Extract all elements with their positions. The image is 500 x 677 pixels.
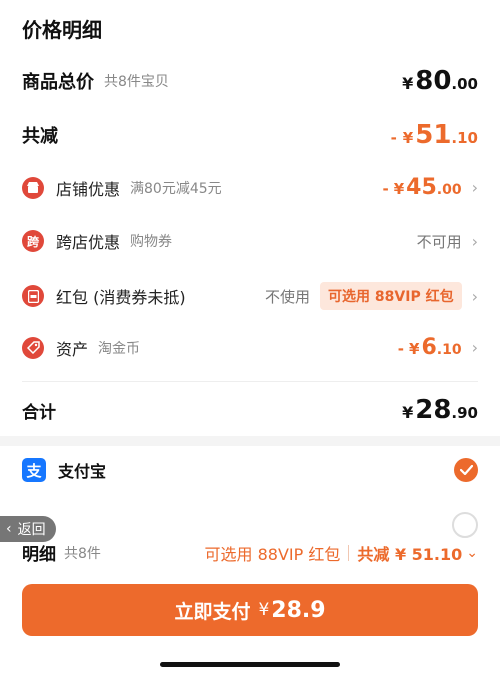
cross-store-label: 跨店优惠 (56, 233, 121, 252)
section-separator (0, 436, 500, 446)
reduction-amount: - ¥ 51 .10 (390, 120, 478, 150)
assets-desc: 淘金币 (98, 340, 141, 357)
shop-discount-amount: - ¥ 45 .00 (382, 175, 462, 200)
detail-label: 明细 (22, 545, 56, 565)
goods-total-row: 商品总价 共8件宝贝 ¥ 80 .00 (22, 66, 478, 96)
assets-amount: - ¥ 6 .10 (397, 335, 462, 360)
red-packet-icon (22, 285, 44, 307)
chevron-right-icon: › (471, 338, 478, 357)
total-row: 合计 ¥ 28 .90 (22, 395, 478, 425)
pay-currency: ¥ (258, 600, 270, 620)
payment-method-label: 支付宝 (58, 462, 107, 481)
cross-store-icon: 跨 (22, 230, 44, 252)
checkmark-icon[interactable] (454, 458, 478, 482)
vip-red-packet-hint[interactable]: 可选用 88VIP 红包 (205, 541, 341, 565)
shop-discount-label: 店铺优惠 (56, 179, 121, 199)
vip-red-packet-chip[interactable]: 可选用 88VIP 红包 (320, 282, 462, 310)
assets-label: 资产 (56, 339, 89, 359)
payment-method-alipay[interactable]: 支 支付宝 (22, 458, 478, 482)
payment-radio-unselected[interactable] (452, 512, 478, 538)
goods-count: 共8件宝贝 (104, 74, 169, 90)
pay-now-button[interactable]: 立即支付 ¥ 28.9 (22, 584, 478, 636)
chevron-right-icon: › (471, 178, 478, 197)
goods-total-price: ¥ 80 .00 (402, 66, 478, 96)
coin-tag-icon (22, 336, 44, 359)
shop-discount-row[interactable]: 店铺优惠 满80元减45元 - ¥ 45 .00 › (22, 175, 478, 200)
goods-total-label: 商品总价 (22, 72, 94, 93)
divider (348, 544, 350, 561)
pay-amount: 28.9 (271, 597, 326, 623)
shop-discount-desc: 满80元减45元 (130, 180, 222, 197)
assets-row[interactable]: 资产 淘金币 - ¥ 6 .10 › (22, 335, 478, 360)
reduction-row: 共减 - ¥ 51 .10 (22, 120, 478, 150)
cross-store-status: 不可用 (416, 232, 462, 251)
back-button[interactable]: ‹ 返回 (0, 516, 56, 542)
divider (22, 381, 478, 382)
home-indicator (160, 662, 340, 667)
alipay-icon: 支 (22, 458, 46, 482)
shop-icon (22, 176, 44, 199)
cross-store-discount-row[interactable]: 跨 跨店优惠 购物券 不可用 › (22, 229, 478, 253)
cross-store-desc: 购物券 (130, 234, 173, 250)
total-reduction-summary: 共减 ¥ 51.10 (357, 544, 463, 564)
chevron-right-icon: › (471, 231, 478, 251)
double-chevron-down-icon[interactable]: ⌄ (466, 545, 478, 561)
total-label: 合计 (22, 402, 56, 423)
red-packet-label: 红包 (消费券未抵) (56, 288, 186, 307)
chevron-left-icon: ‹ (6, 521, 12, 537)
price-detail-sheet: 价格明细 商品总价 共8件宝贝 ¥ 80 .00 共减 - ¥ 51 .10 店… (0, 0, 500, 677)
pay-now-label: 立即支付 (174, 600, 251, 623)
chevron-right-icon: › (471, 286, 478, 306)
summary-row[interactable]: 明细 共8件 可选用 88VIP 红包 共减 ¥ 51.10 ⌄ (22, 540, 478, 565)
detail-count: 共8件 (64, 545, 101, 562)
total-price: ¥ 28 .90 (402, 395, 478, 425)
reduction-label: 共减 (22, 126, 58, 147)
back-label: 返回 (17, 522, 46, 538)
page-title: 价格明细 (22, 18, 102, 42)
red-packet-row[interactable]: 红包 (消费券未抵) 不使用 可选用 88VIP 红包 › (22, 282, 478, 310)
red-packet-status: 不使用 (265, 287, 311, 306)
